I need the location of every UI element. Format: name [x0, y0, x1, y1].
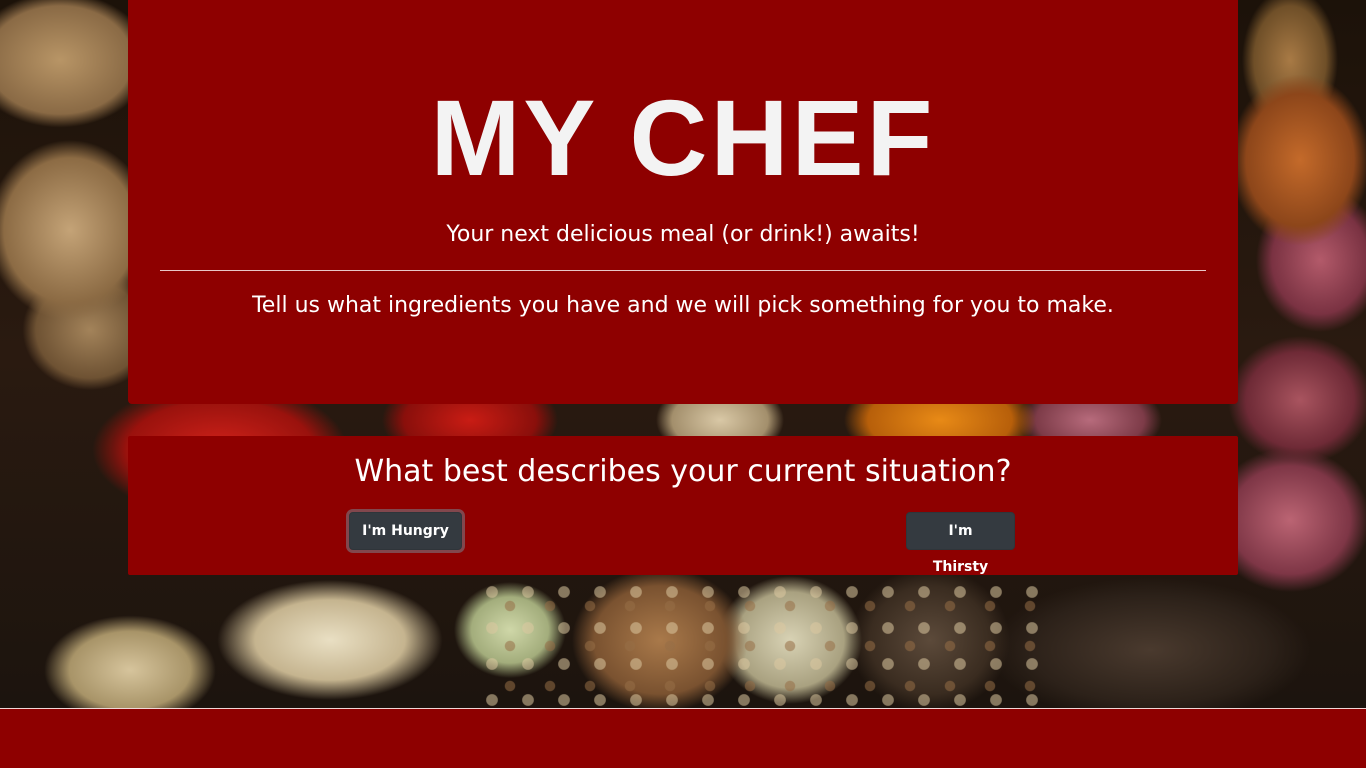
divider: [160, 270, 1206, 271]
page-title: MY CHEF: [430, 77, 936, 198]
spice-texture: [480, 580, 1040, 708]
footer-bar: [0, 708, 1366, 768]
tagline: Your next delicious meal (or drink!) awa…: [446, 222, 920, 247]
thirsty-button[interactable]: I'm Thirsty: [906, 512, 1015, 575]
situation-question: What best describes your current situati…: [354, 454, 1012, 489]
instructions-text: Tell us what ingredients you have and we…: [252, 293, 1114, 318]
situation-panel: What best describes your current situati…: [128, 436, 1238, 575]
hero-panel: MY CHEF Your next delicious meal (or dri…: [128, 0, 1238, 404]
hungry-button[interactable]: I'm Hungry: [349, 512, 462, 550]
